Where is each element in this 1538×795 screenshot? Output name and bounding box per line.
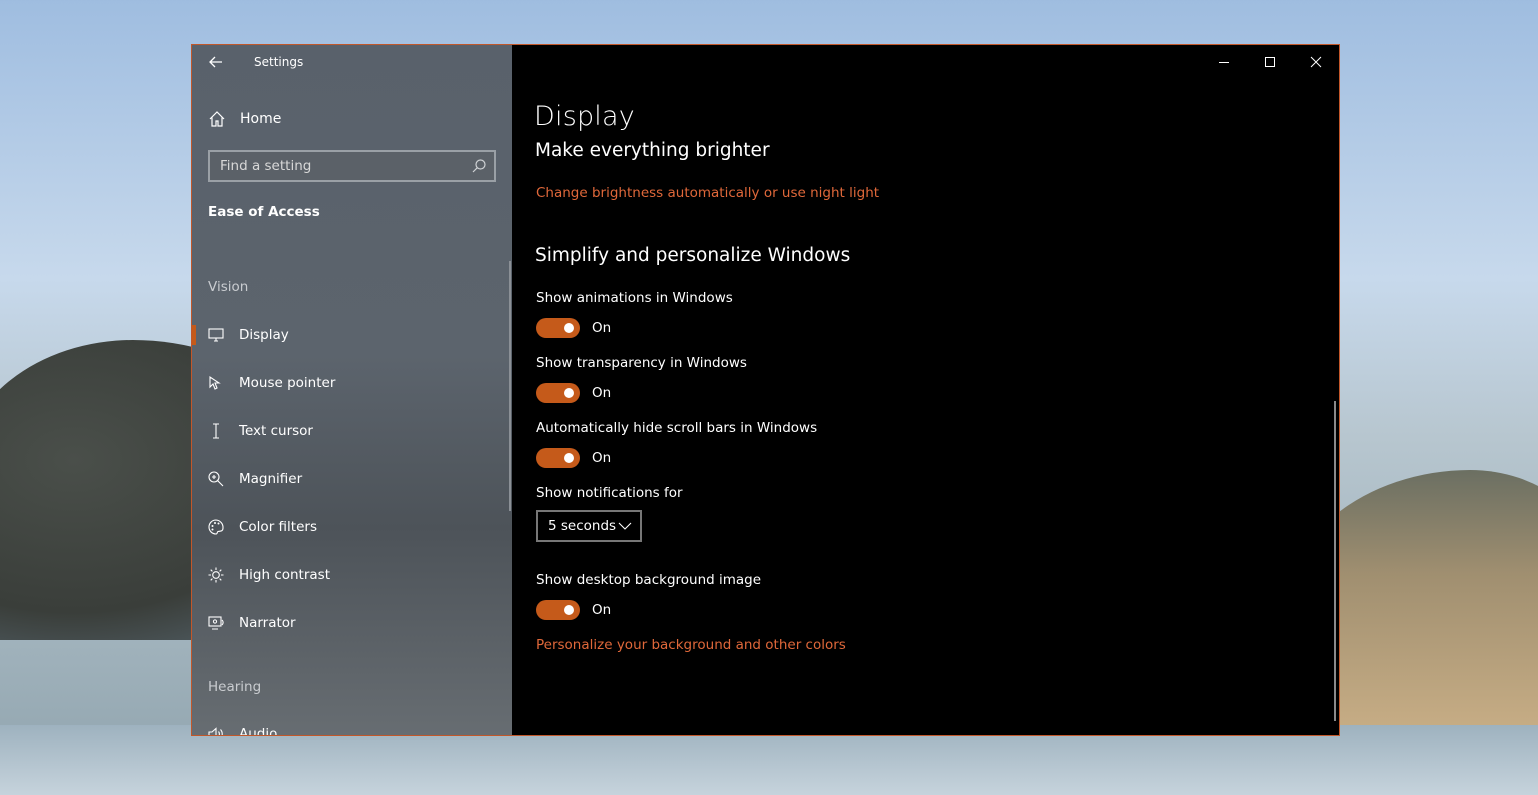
sun-icon [208,567,224,583]
back-button[interactable] [204,52,228,72]
personalize-link[interactable]: Personalize your background and other co… [536,637,846,653]
sidebar-item-display[interactable]: Display [192,315,510,355]
palette-icon [208,519,224,535]
narrator-icon [208,616,224,630]
animations-state: On [592,320,612,336]
title-bar: Settings [192,45,512,79]
transparency-toggle[interactable] [536,383,580,403]
notifications-dropdown[interactable]: 5 seconds [536,510,642,542]
mouse-pointer-icon [209,375,221,390]
back-arrow-icon [209,56,222,68]
sidebar-item-label: Mouse pointer [239,375,336,391]
chevron-down-icon [618,522,632,530]
sidebar-item-label: Display [239,327,289,343]
app-title: Settings [254,55,304,69]
sidebar-item-magnifier[interactable]: Magnifier [192,459,510,499]
content-pane: Display Make everything brighter Change … [512,45,1339,735]
home-label: Home [240,111,282,127]
home-icon [209,111,225,127]
settings-window: Settings Home Ease of Access Vision Disp… [191,44,1340,736]
brightness-link[interactable]: Change brightness automatically or use n… [536,185,879,201]
magnifier-icon [208,471,224,487]
sidebar: Settings Home Ease of Access Vision Disp… [192,45,512,735]
content-scrollbar[interactable] [1334,401,1336,721]
sidebar-item-label: Color filters [239,519,317,535]
background-label: Show desktop background image [536,572,762,588]
sidebar-item-narrator[interactable]: Narrator [192,603,510,643]
sidebar-item-label: Magnifier [239,471,303,487]
speaker-icon [208,727,223,735]
sidebar-item-high-contrast[interactable]: High contrast [192,555,510,595]
sidebar-item-color-filters[interactable]: Color filters [192,507,510,547]
maximize-icon [1265,57,1275,67]
search-box[interactable] [208,150,496,182]
sidebar-item-label: Audio [239,726,278,736]
sidebar-item-mouse-pointer[interactable]: Mouse pointer [192,363,510,403]
search-input[interactable] [210,157,468,175]
close-button[interactable] [1293,45,1339,79]
minimize-button[interactable] [1201,45,1247,79]
sidebar-item-label: High contrast [239,567,330,583]
animations-label: Show animations in Windows [536,290,733,306]
scrollbars-state: On [592,450,612,466]
transparency-label: Show transparency in Windows [536,355,747,371]
sidebar-scrollbar[interactable] [509,261,511,511]
animations-toggle[interactable] [536,318,580,338]
background-toggle[interactable] [536,600,580,620]
group-hearing: Hearing [208,679,262,695]
search-icon[interactable] [468,155,490,177]
sidebar-item-text-cursor[interactable]: Text cursor [192,411,510,451]
transparency-state: On [592,385,612,401]
sidebar-item-audio[interactable]: Audio [192,714,510,736]
sidebar-item-label: Text cursor [239,423,313,439]
group-vision: Vision [208,279,249,295]
close-icon [1310,56,1322,68]
heading-simplify: Simplify and personalize Windows [535,245,851,266]
text-cursor-icon [213,423,219,439]
minimize-icon [1219,62,1229,63]
scrollbars-label: Automatically hide scroll bars in Window… [536,420,818,436]
sidebar-item-label: Narrator [239,615,296,631]
monitor-icon [208,328,224,342]
background-state: On [592,602,612,618]
notifications-label: Show notifications for [536,485,683,501]
scrollbars-toggle[interactable] [536,448,580,468]
maximize-button[interactable] [1247,45,1293,79]
home-button[interactable]: Home [208,108,498,130]
section-title: Ease of Access [208,204,320,220]
page-title: Display [534,101,635,132]
notifications-value: 5 seconds [548,518,617,534]
heading-brighter: Make everything brighter [535,140,770,161]
